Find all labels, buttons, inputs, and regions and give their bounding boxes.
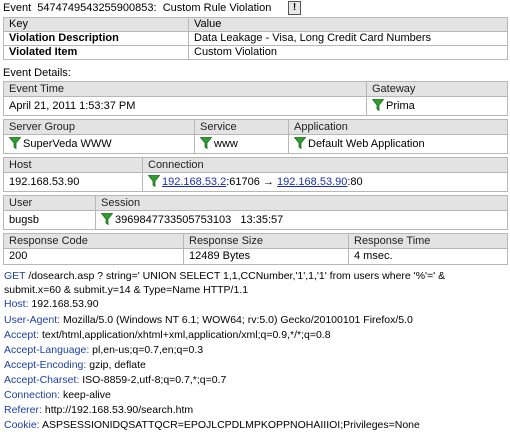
session-label: Session [95,195,508,211]
header-value: text/html,application/xhtml+xml,applicat… [39,329,331,341]
event-time-value: April 21, 2011 1:53:37 PM [3,96,367,116]
event-title: Event 5474749543255900853: Custom Rule V… [3,0,271,17]
request-method: GET [4,270,26,282]
header-name: User-Agent: [4,314,61,326]
connection-dest-ip-link[interactable]: 192.168.53.90 [277,176,347,188]
connection-source-port: :61706 [226,176,260,188]
response-size-label: Response Size [183,233,349,249]
request-url-part1: /dosearch.asp ? string=' UNION SELECT 1,… [25,270,446,282]
request-header-connection: Connection: keep-alive [4,389,111,402]
header-name: Connection: [4,389,61,401]
header-name: Accept-Encoding: [4,359,87,371]
event-title-prefix: Event [3,2,32,14]
server-group-value-cell: SuperVeda WWW [3,134,195,154]
application-value: Default Web Application [308,138,425,150]
service-label: Service [194,119,289,135]
session-time: 13:35:57 [240,214,284,226]
violation-description-value: Data Leakage - Visa, Long Credit Card Nu… [188,31,508,46]
user-label: User [3,195,96,211]
violated-item-key: Violated Item [3,45,189,60]
connection-dest-port: :80 [347,176,363,188]
filter-funnel-icon[interactable] [372,99,384,111]
event-details-label: Event Details: [3,67,71,79]
request-header-accept-encoding: Accept-Encoding: gzip, deflate [4,359,146,372]
request-header-accept-language: Accept-Language: pl,en-us;q=0.7,en;q=0.3 [4,344,203,357]
connection-label: Connection [142,157,508,173]
server-group-label: Server Group [3,119,195,135]
request-header-accept: Accept: text/html,application/xhtml+xml,… [4,329,331,342]
gateway-label: Gateway [366,81,508,97]
connection-value-cell: 192.168.53.2:61706 → 192.168.53.90:80 [142,172,508,192]
header-name: Accept-Charset: [4,374,80,386]
gateway-value: Prima [386,100,415,112]
header-name: Accept-Language: [4,344,90,356]
event-rule-name: Custom Rule Violation [162,2,272,14]
summary-header-value: Value [188,17,508,32]
header-value: keep-alive [60,389,111,401]
header-name: Cookie: [4,419,40,431]
warning-icon[interactable]: ! [288,1,301,15]
session-id: 3969847733505753103 [115,214,232,226]
header-value: ISO-8859-2,utf-8;q=0.7,*;q=0.7 [79,374,227,386]
request-header-referer: Referer: http://192.168.53.90/search.htm [4,404,193,417]
service-value-cell: www [194,134,289,154]
host-label: Host [3,157,143,173]
filter-funnel-icon[interactable] [294,137,306,149]
request-line-2: submit.x=60 & submit.y=14 & Type=Name HT… [4,284,249,296]
request-header-accept-charset: Accept-Charset: ISO-8859-2,utf-8;q=0.7,*… [4,374,226,387]
header-value: ASPSESSIONIDQSATTQCR=EPOJLCPDLMPKOPPNOHA… [39,419,420,431]
header-value: 192.168.53.90 [28,298,99,310]
connection-source-ip-link[interactable]: 192.168.53.2 [162,176,226,188]
application-value-cell: Default Web Application [288,134,508,154]
request-header-host: Host: 192.168.53.90 [4,298,99,311]
request-header-cookie: Cookie: ASPSESSIONIDQSATTQCR=EPOJLCPDLMP… [4,419,420,432]
response-time-value: 4 msec. [348,248,508,265]
header-name: Referer: [4,404,42,416]
event-id: 5474749543255900853: [37,2,157,14]
request-header-user-agent: User-Agent: Mozilla/5.0 (Windows NT 6.1;… [4,314,413,327]
filter-funnel-icon[interactable] [101,213,113,225]
summary-header-key: Key [3,17,189,32]
server-group-value: SuperVeda WWW [23,138,112,150]
violated-item-value: Custom Violation [188,45,508,60]
header-name: Host: [4,298,29,310]
connection-arrow: → [262,176,274,188]
response-size-value: 12489 Bytes [183,248,349,265]
header-value: pl,en-us;q=0.7,en;q=0.3 [89,344,204,356]
event-time-label: Event Time [3,81,367,97]
header-value: Mozilla/5.0 (Windows NT 6.1; WOW64; rv:5… [60,314,413,326]
response-code-value: 200 [3,248,184,265]
response-code-label: Response Code [3,233,184,249]
service-value: www [214,138,238,150]
session-value-cell: 3969847733505753103 13:35:57 [95,210,508,230]
request-line-1: GET /dosearch.asp ? string=' UNION SELEC… [4,270,445,283]
violation-description-key: Violation Description [3,31,189,46]
filter-funnel-icon[interactable] [200,137,212,149]
host-value: 192.168.53.90 [3,172,143,192]
response-time-label: Response Time [348,233,508,249]
filter-funnel-icon[interactable] [148,175,160,187]
gateway-value-cell: Prima [366,96,508,116]
user-value: bugsb [3,210,96,230]
event-title-bar: Event 5474749543255900853: Custom Rule V… [0,0,510,17]
header-value: gzip, deflate [86,359,146,371]
filter-funnel-icon[interactable] [9,137,21,149]
application-label: Application [288,119,508,135]
header-value: http://192.168.53.90/search.htm [41,404,194,416]
header-name: Accept: [4,329,40,341]
